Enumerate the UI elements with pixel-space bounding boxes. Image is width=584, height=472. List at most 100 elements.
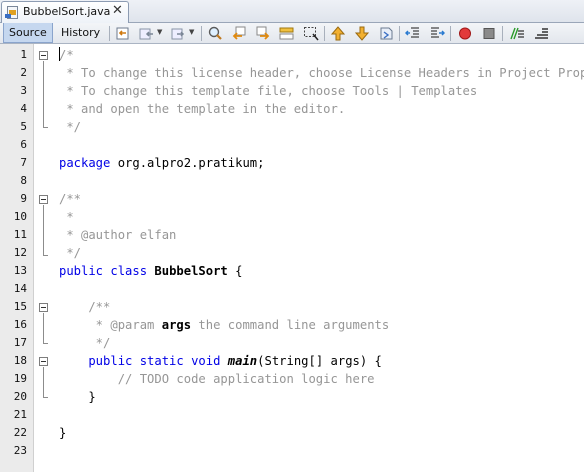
line-number: 9	[20, 192, 27, 205]
fold-toggle-icon[interactable]	[39, 195, 48, 204]
line-number: 3	[20, 84, 27, 97]
fold-guide-end	[43, 127, 48, 128]
code-line-4: * and open the template in the editor.	[59, 102, 346, 116]
fold-guide	[43, 367, 44, 397]
code-line-5: */	[59, 120, 82, 134]
code-line-3: * To change this template file, choose T…	[59, 84, 478, 98]
method-signature: (String[] args) {	[257, 354, 382, 368]
line-number: 4	[20, 102, 27, 115]
find-next-icon[interactable]	[255, 26, 271, 41]
code-line-18: public static void main(String[] args) {	[59, 352, 382, 370]
stop-macro-recording-icon[interactable]	[481, 26, 497, 41]
line-number: 1	[20, 48, 27, 61]
toolbar-separator	[324, 26, 325, 41]
line-number: 15	[13, 300, 27, 313]
toolbar-separator	[450, 26, 451, 41]
line-number: 23	[13, 444, 27, 457]
line-number: 14	[13, 282, 27, 295]
toolbar-separator	[502, 26, 503, 41]
start-macro-recording-icon[interactable]	[457, 26, 473, 41]
fold-toggle-icon[interactable]	[39, 51, 48, 60]
text-caret	[59, 47, 60, 61]
class-brace: {	[227, 264, 243, 278]
comment-icon[interactable]	[509, 26, 525, 41]
code-line-11: * @author elfan	[59, 228, 177, 242]
code-line-22: }	[59, 426, 67, 440]
uncomment-icon[interactable]	[533, 26, 549, 41]
shift-right-icon[interactable]	[429, 26, 445, 41]
line-number: 13	[13, 264, 27, 277]
toggle-highlight-icon[interactable]	[279, 26, 295, 41]
code-line-20: }	[59, 390, 96, 404]
back-dropdown-icon[interactable]: ▼	[157, 28, 162, 36]
last-edit-icon[interactable]	[115, 26, 131, 41]
fold-guide-end	[43, 255, 48, 256]
toolbar-separator	[201, 26, 202, 41]
param-description: the command line arguments	[191, 318, 390, 332]
editor-toolbar: Source History ▼ ▼	[0, 23, 584, 44]
file-tab-bubbelsort[interactable]: BubbelSort.java ✕	[1, 1, 129, 23]
fold-guide	[43, 205, 44, 255]
line-number: 17	[13, 336, 27, 349]
line-number: 8	[20, 174, 27, 187]
code-line-9: /**	[59, 192, 82, 206]
param-name: args	[161, 318, 192, 332]
line-number: 19	[13, 372, 27, 385]
previous-bookmark-icon[interactable]	[330, 26, 346, 41]
code-line-19: // TODO code application logic here	[59, 372, 375, 386]
code-line-2: * To change this license header, choose …	[59, 66, 584, 80]
param-tag: * @param	[59, 318, 162, 332]
line-number: 6	[20, 138, 27, 151]
fold-toggle-icon[interactable]	[39, 303, 48, 312]
line-number: 12	[13, 246, 27, 259]
forward-dropdown-icon[interactable]: ▼	[189, 28, 194, 36]
find-previous-icon[interactable]	[231, 26, 247, 41]
find-selection-icon[interactable]	[207, 26, 223, 41]
fold-guide-end	[43, 343, 48, 344]
toggle-bookmark-icon[interactable]	[378, 26, 394, 41]
code-editor[interactable]: /* * To change this license header, choo…	[59, 44, 584, 472]
toolbar-separator	[109, 26, 110, 41]
line-number: 22	[13, 426, 27, 439]
file-tab-label: BubbelSort.java	[23, 5, 111, 18]
line-number: 21	[13, 408, 27, 421]
code-line-16: * @param args the command line arguments	[59, 316, 390, 334]
source-view-button[interactable]: Source	[3, 23, 53, 43]
next-bookmark-icon[interactable]	[354, 26, 370, 41]
package-name: org.alpro2.pratikum;	[110, 156, 265, 170]
line-number: 2	[20, 66, 27, 79]
fold-guide-end	[43, 397, 48, 398]
fold-guide	[43, 313, 44, 343]
method-name: main	[227, 354, 258, 368]
fold-guide	[43, 61, 44, 127]
code-folding-column	[34, 44, 54, 472]
keyword-package: package	[59, 156, 111, 170]
editor-tab-strip: BubbelSort.java ✕	[0, 0, 584, 23]
back-icon[interactable]	[139, 26, 155, 41]
java-file-icon	[5, 6, 18, 19]
shift-left-icon[interactable]	[405, 26, 421, 41]
line-number: 20	[13, 390, 27, 403]
code-line-10: *	[59, 210, 74, 224]
code-line-7: package org.alpro2.pratikum;	[59, 154, 264, 172]
forward-icon[interactable]	[171, 26, 187, 41]
code-line-15: /**	[59, 300, 111, 314]
rectangular-selection-icon[interactable]	[303, 26, 319, 41]
code-line-1: /*	[59, 48, 74, 62]
keyword-public-static-void: public static void	[59, 354, 221, 368]
code-line-13: public class BubbelSort {	[59, 262, 242, 280]
line-number-gutter: 1 2 3 4 5 6 7 8 9 10 11 12 13 14 15 16 17 18 19 20 21 22 23	[0, 44, 34, 472]
line-number: 10	[13, 210, 27, 223]
code-line-12: */	[59, 246, 82, 260]
line-number: 18	[13, 354, 27, 367]
close-tab-icon[interactable]: ✕	[112, 3, 123, 19]
keyword-public-class: public class	[59, 264, 148, 278]
code-line-17: */	[59, 336, 111, 350]
toolbar-separator	[399, 26, 400, 41]
line-number: 7	[20, 156, 27, 169]
history-view-button[interactable]: History	[56, 23, 105, 43]
class-name: BubbelSort	[147, 264, 228, 278]
line-number: 11	[13, 228, 27, 241]
fold-toggle-icon[interactable]	[39, 357, 48, 366]
line-number: 16	[13, 318, 27, 331]
